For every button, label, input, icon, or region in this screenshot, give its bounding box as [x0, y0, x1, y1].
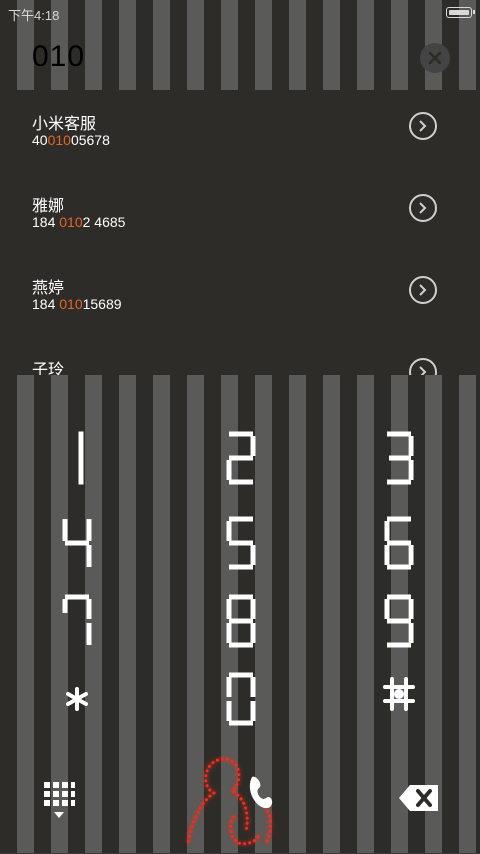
close-icon: [428, 51, 442, 65]
key-2[interactable]: [196, 430, 286, 500]
backspace-icon: [399, 785, 438, 811]
chevron-right-icon: [419, 366, 427, 375]
contact-name: 小米客服: [32, 116, 97, 133]
key-4[interactable]: [32, 515, 122, 585]
contact-detail-button[interactable]: [409, 358, 437, 375]
key-8[interactable]: [196, 593, 286, 663]
dialed-number[interactable]: 010: [32, 40, 85, 74]
list-item[interactable]: 子玲: [0, 336, 480, 375]
chevron-right-icon: [419, 284, 427, 296]
key-6[interactable]: [354, 515, 444, 585]
chevron-right-icon: [419, 120, 427, 132]
status-time: 下午4:18: [8, 8, 60, 23]
key-7[interactable]: [32, 593, 122, 663]
key-0[interactable]: [196, 671, 286, 741]
key-1[interactable]: [32, 430, 122, 500]
contact-number: 184 0102 4685: [32, 214, 126, 230]
dial-keypad: [0, 375, 480, 853]
key-9[interactable]: [354, 593, 444, 663]
keypad-toggle-button[interactable]: [42, 780, 76, 820]
clear-button[interactable]: [420, 43, 450, 73]
contact-detail-button[interactable]: [409, 194, 437, 222]
call-person-icon: [186, 757, 273, 846]
key-star[interactable]: [32, 675, 122, 745]
chevron-right-icon: [419, 202, 427, 214]
key-5[interactable]: [196, 515, 286, 585]
contact-number: 184 01015689: [32, 296, 122, 312]
key-hash[interactable]: [354, 671, 444, 741]
grid-icon: [44, 782, 75, 818]
call-button[interactable]: [178, 753, 288, 849]
battery-icon: [446, 7, 475, 18]
contact-name: 雅娜: [32, 198, 65, 215]
contact-detail-button[interactable]: [409, 112, 437, 140]
contact-number: 4001005678: [32, 132, 110, 148]
list-item[interactable]: 雅娜 184 0102 4685: [0, 172, 480, 254]
status-bar: 下午4:18: [0, 0, 480, 26]
list-item[interactable]: 小米客服 4001005678: [0, 90, 480, 172]
contact-results-list: 小米客服 4001005678 雅娜 184 0102 4685 燕婷 184 …: [0, 90, 480, 375]
key-3[interactable]: [354, 430, 444, 500]
backspace-button[interactable]: [398, 783, 440, 813]
contact-detail-button[interactable]: [409, 276, 437, 304]
dial-input-bar: 010: [0, 32, 480, 84]
list-item[interactable]: 燕婷 184 01015689: [0, 254, 480, 336]
contact-name: 子玲: [32, 362, 65, 375]
contact-name: 燕婷: [32, 280, 65, 297]
